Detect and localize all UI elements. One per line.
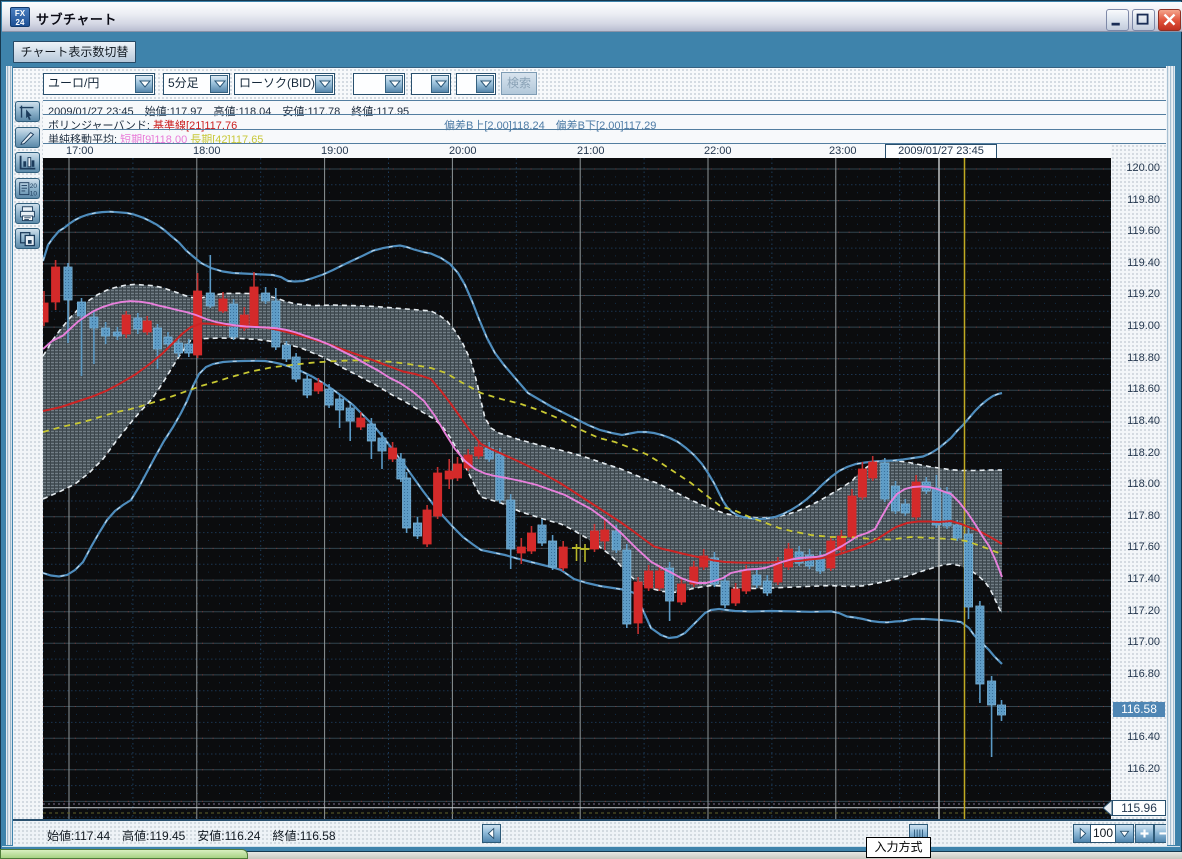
svg-text:10: 10: [30, 191, 38, 198]
svg-text:20: 20: [30, 183, 38, 190]
